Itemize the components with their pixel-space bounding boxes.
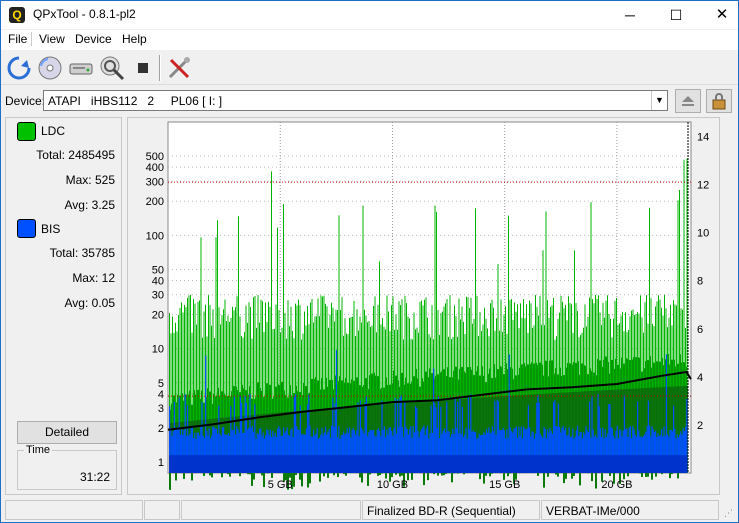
- left-axis-tick-label: 50: [152, 264, 164, 276]
- refresh-icon[interactable]: [5, 54, 33, 82]
- left-axis-tick-label: 300: [146, 176, 164, 188]
- ldc-label: LDC: [41, 124, 66, 138]
- x-axis-tick-label: 20 GB: [601, 479, 632, 491]
- resize-grip-icon[interactable]: ⋰: [724, 508, 736, 520]
- left-axis-tick-label: 5: [158, 378, 164, 390]
- minimize-button[interactable]: ─: [607, 1, 653, 29]
- ldc-swatch: [17, 122, 36, 141]
- left-axis-tick-label: 2: [158, 423, 164, 435]
- time-value: 31:22: [79, 470, 110, 484]
- bis-label: BIS: [41, 222, 61, 236]
- right-axis-tick-label: 10: [697, 228, 709, 240]
- left-axis-tick-label: 100: [146, 230, 164, 242]
- x-axis-tick-label: 5 GB: [268, 479, 293, 491]
- status-media-id: VERBAT-IMe/000: [541, 500, 719, 520]
- device-label: Device:: [5, 94, 46, 108]
- toolbar: [1, 51, 738, 85]
- stats-panel: LDC Total: 2485495 Max: 525 Avg: 3.25 BI…: [5, 117, 122, 495]
- tools-icon[interactable]: [165, 54, 193, 82]
- title-bar: Q QPxTool - 0.8.1-pl2 ─ ☐ ✕: [1, 1, 738, 29]
- left-axis-tick-label: 1: [158, 457, 164, 469]
- right-axis-tick-label: 6: [697, 324, 703, 336]
- left-axis-tick-label: 400: [146, 162, 164, 174]
- lock-button[interactable]: [706, 89, 732, 113]
- bis-max: Max: 12: [72, 271, 115, 285]
- bis-bar: [335, 349, 337, 473]
- menu-device[interactable]: Device: [71, 32, 116, 46]
- device-bar: Device: ATAPI iHBS112 2 PL06 [ I: ] ▼: [1, 87, 738, 115]
- right-axis-tick-label: 8: [697, 276, 703, 288]
- bis-avg: Avg: 0.05: [64, 296, 115, 310]
- time-title: Time: [24, 444, 53, 456]
- close-button[interactable]: ✕: [699, 1, 739, 29]
- left-axis-tick-label: 500: [146, 151, 164, 163]
- stop-icon[interactable]: [129, 54, 157, 82]
- menu-view[interactable]: View: [35, 32, 69, 46]
- drive-icon[interactable]: [67, 54, 95, 82]
- right-axis-tick-label: 4: [697, 372, 703, 384]
- left-axis-tick-label: 200: [146, 196, 164, 208]
- left-axis-tick-label: 4: [158, 389, 164, 401]
- ldc-bis-chart: 1234510203040501002003004005002468101214…: [146, 121, 709, 491]
- bis-swatch: [17, 219, 36, 238]
- device-select[interactable]: ATAPI iHBS112 2 PL06 [ I: ] ▼: [43, 90, 668, 111]
- left-axis-tick-label: 30: [152, 290, 164, 302]
- status-disc-type: Finalized BD-R (Sequential): [362, 500, 540, 520]
- left-axis-tick-label: 3: [158, 403, 164, 415]
- time-group: Time 31:22: [17, 444, 117, 490]
- maximize-button[interactable]: ☐: [653, 1, 699, 29]
- lock-icon: [712, 93, 726, 110]
- bis-total: Total: 35785: [49, 246, 115, 260]
- status-cell-3: [181, 500, 361, 520]
- right-axis-tick-label: 12: [697, 180, 709, 192]
- ldc-total: Total: 2485495: [36, 148, 115, 162]
- x-axis-tick-label: 10 GB: [377, 479, 408, 491]
- eject-icon: [682, 96, 694, 106]
- detailed-button[interactable]: Detailed: [17, 421, 117, 444]
- chevron-down-icon[interactable]: ▼: [651, 91, 667, 110]
- left-axis-tick-label: 10: [152, 344, 164, 356]
- status-cell-1: [5, 500, 143, 520]
- window-title: QPxTool - 0.8.1-pl2: [33, 7, 136, 21]
- left-axis-tick-label: 40: [152, 275, 164, 287]
- app-window: Q QPxTool - 0.8.1-pl2 ─ ☐ ✕ File View De…: [0, 0, 739, 523]
- ldc-max: Max: 525: [65, 173, 115, 187]
- status-bar: Finalized BD-R (Sequential) VERBAT-IMe/0…: [1, 498, 738, 522]
- right-axis-tick-label: 2: [697, 420, 703, 432]
- chart-frame: 1 2 3 4 5 10 20 30 40 50 100 200 300 400 500 2 4 6 8 10 12 14…: [127, 117, 720, 495]
- device-selected-value: ATAPI iHBS112 2 PL06 [ I: ]: [48, 94, 223, 108]
- scan-disc-icon[interactable]: [98, 54, 126, 82]
- left-axis-tick-label: 20: [152, 310, 164, 322]
- bis-floor: [169, 455, 687, 473]
- menu-file[interactable]: File: [4, 32, 33, 46]
- x-axis-tick-label: 15 GB: [489, 479, 520, 491]
- app-logo-icon: Q: [9, 7, 25, 23]
- right-axis-tick-label: 14: [697, 131, 709, 143]
- status-cell-2: [144, 500, 180, 520]
- eject-button[interactable]: [675, 89, 701, 113]
- menu-help[interactable]: Help: [118, 32, 151, 46]
- toolbar-separator: [159, 55, 161, 81]
- disc-icon[interactable]: [36, 54, 64, 82]
- ldc-avg: Avg: 3.25: [64, 198, 115, 212]
- menu-bar: File View Device Help: [1, 30, 738, 50]
